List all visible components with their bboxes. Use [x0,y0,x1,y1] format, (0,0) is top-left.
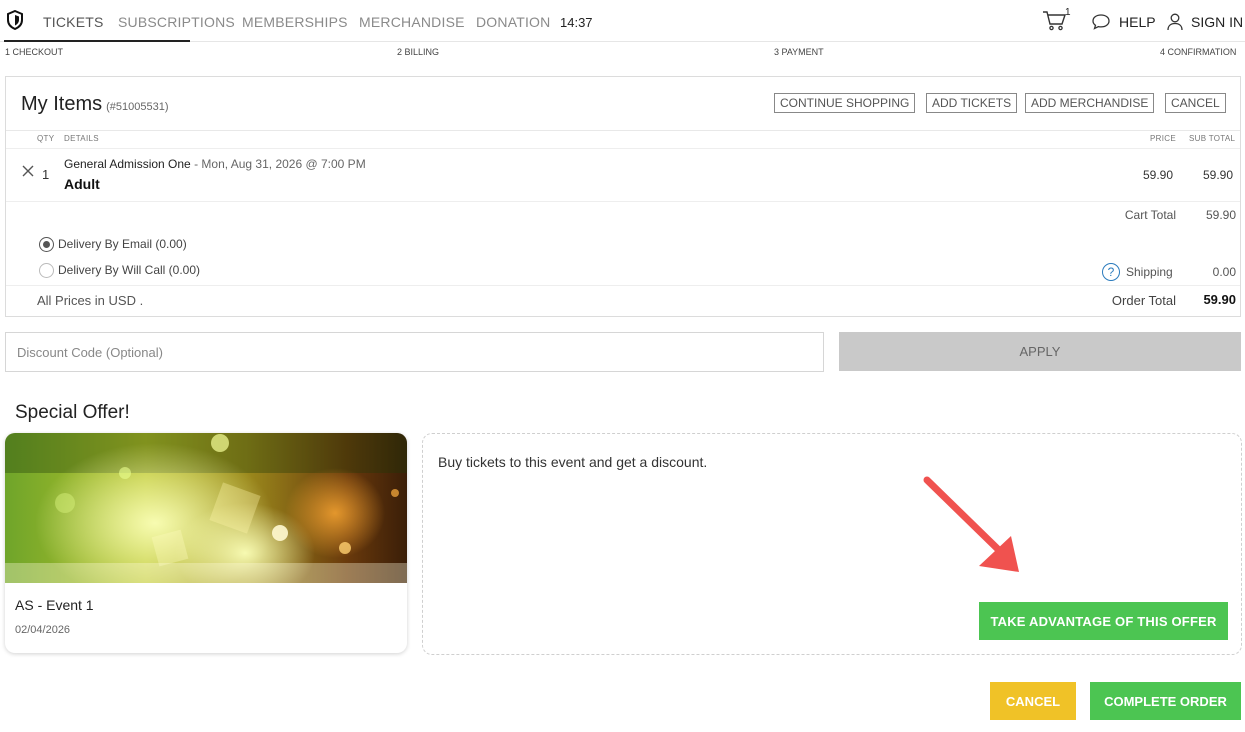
help-label: HELP [1119,14,1156,30]
cart-total-value: 59.90 [1205,208,1236,222]
shield-logo-icon[interactable] [6,10,24,30]
step-checkout: 1 CHECKOUT [5,47,64,57]
sign-in-link[interactable]: SIGN IN [1167,12,1243,32]
sign-in-label: SIGN IN [1191,14,1244,30]
special-offer-title: Special Offer! [15,402,130,423]
step-payment: 3 PAYMENT [774,47,824,57]
help-link[interactable]: HELP [1091,12,1156,32]
my-items-heading: My Items [21,93,103,115]
delivery-will-call-option[interactable]: Delivery By Will Call (0.00) [39,262,200,278]
currency-note: All Prices in USD . [37,293,144,308]
offer-event-name: AS - Event 1 [15,597,94,613]
col-qty: QTY [37,134,55,143]
add-merchandise-button[interactable]: ADD MERCHANDISE [1025,93,1155,113]
step-billing: 2 BILLING [397,47,440,57]
chat-bubble-icon [1092,14,1110,30]
active-tab-underline [4,40,190,42]
remove-item-icon[interactable] [22,165,34,177]
delivery-will-call-label: Delivery By Will Call (0.00) [58,263,201,277]
continue-shopping-button[interactable]: CONTINUE SHOPPING [774,93,916,113]
pointer-arrow-annotation [923,476,1019,572]
radio-checked[interactable] [39,236,54,252]
apply-discount-button[interactable]: APPLY [839,332,1241,371]
order-total-label: Order Total [1111,293,1176,308]
clock: 14:37 [560,15,593,30]
item-price: 59.90 [1143,168,1174,182]
nav-tickets[interactable]: TICKETS [43,14,104,30]
divider [6,148,1240,149]
shipping-label: Shipping [1126,265,1173,279]
event-image [5,433,407,583]
divider [6,285,1240,286]
discount-code-input[interactable] [5,332,824,372]
delivery-email-label: Delivery By Email (0.00) [58,237,187,251]
shipping-value: 0.00 [1212,265,1236,279]
divider [6,130,1240,131]
shipping-help-icon[interactable]: ? [1102,263,1120,281]
complete-order-button[interactable]: COMPLETE ORDER [1090,682,1241,720]
user-icon [1167,13,1183,31]
my-items-card: My Items (#51005531) CONTINUE SHOPPING AD… [5,76,1241,317]
cancel-order-button[interactable]: CANCEL [990,682,1076,720]
offer-event-date: 02/04/2026 [15,624,71,636]
my-items-title: My Items (#51005531) [21,93,169,116]
order-total-value: 59.90 [1203,292,1236,307]
item-subtotal: 59.90 [1203,168,1234,182]
order-number: (#51005531) [106,101,169,113]
item-qty: 1 [42,167,50,182]
item-event: General Admission One - Mon, Aug 31, 202… [64,157,366,171]
nav-merchandise[interactable]: MERCHANDISE [359,14,465,30]
item-event-name: General Admission One [64,157,191,171]
col-price: PRICE [1150,134,1176,143]
item-event-date: - Mon, Aug 31, 2026 @ 7:00 PM [190,157,366,171]
item-ticket-type: Adult [64,176,100,192]
take-offer-button[interactable]: TAKE ADVANTAGE OF THIS OFFER [979,602,1228,640]
col-subtotal: SUB TOTAL [1189,134,1236,143]
step-confirmation: 4 CONFIRMATION [1160,47,1237,57]
add-tickets-button[interactable]: ADD TICKETS [926,93,1018,113]
delivery-email-option[interactable]: Delivery By Email (0.00) [39,236,187,252]
nav-memberships[interactable]: MEMBERSHIPS [242,14,348,30]
offer-description: Buy tickets to this event and get a disc… [438,454,708,470]
radio-unchecked[interactable] [39,262,54,278]
cart-total-label: Cart Total [1124,208,1176,222]
cart-count-badge: 1 [1065,7,1071,18]
cancel-items-button[interactable]: CANCEL [1165,93,1226,113]
top-nav: TICKETS SUBSCRIPTIONS MEMBERSHIPS MERCHA… [0,0,1245,42]
offer-details-box: Buy tickets to this event and get a disc… [422,433,1242,655]
col-details: DETAILS [64,134,99,143]
nav-donation[interactable]: DONATION [476,14,550,30]
nav-subscriptions[interactable]: SUBSCRIPTIONS [118,14,235,30]
divider [6,201,1240,202]
offer-event-card[interactable]: AS - Event 1 02/04/2026 [5,433,407,653]
